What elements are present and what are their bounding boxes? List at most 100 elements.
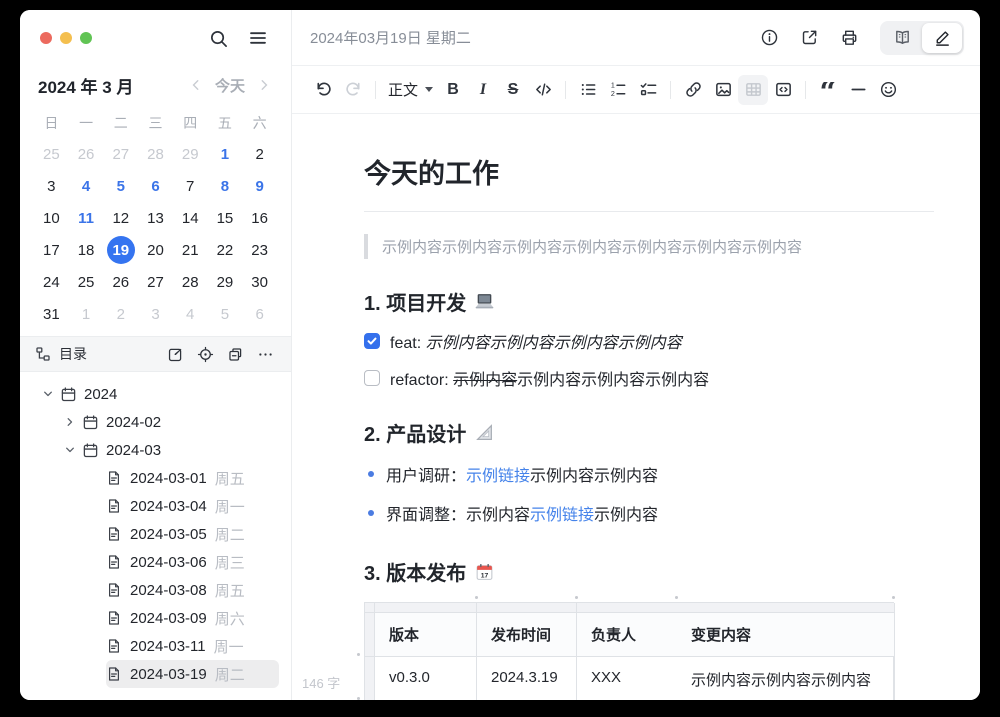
calendar-day[interactable]: 19: [103, 234, 138, 266]
calendar-day[interactable]: 21: [173, 234, 208, 266]
toc-tree-item[interactable]: 2024-03-09 周六: [106, 604, 279, 632]
toc-tree-item[interactable]: 2024-03-11 周一: [106, 632, 279, 660]
zoom-window-button[interactable]: [80, 32, 92, 44]
calendar-day[interactable]: 11: [69, 202, 104, 234]
calendar-day[interactable]: 2: [103, 298, 138, 330]
column-handle[interactable]: [477, 603, 577, 613]
expander-chevron-icon[interactable]: [40, 386, 56, 402]
row-handle-dot[interactable]: [357, 653, 360, 656]
toc-tree-item[interactable]: 2024-02: [62, 408, 279, 436]
minimize-window-button[interactable]: [60, 32, 72, 44]
today-button[interactable]: 今天: [215, 75, 245, 96]
bullet-list-button[interactable]: [573, 75, 603, 105]
column-handle-dot[interactable]: [675, 596, 678, 599]
calendar-day[interactable]: 28: [173, 266, 208, 298]
close-window-button[interactable]: [40, 32, 52, 44]
calendar-day[interactable]: 3: [34, 170, 69, 202]
search-icon[interactable]: [205, 25, 231, 51]
calendar-day[interactable]: 1: [69, 298, 104, 330]
expander-chevron-icon[interactable]: [62, 414, 78, 430]
table-cell[interactable]: XXX: [577, 657, 677, 700]
code-block-button[interactable]: [768, 75, 798, 105]
paragraph-style-select[interactable]: 正文: [383, 75, 438, 105]
table-cell[interactable]: v0.3.0: [375, 657, 477, 700]
toc-tree-item[interactable]: 2024-03-04 周一: [106, 492, 279, 520]
new-note-icon[interactable]: [163, 342, 187, 366]
edit-mode-button[interactable]: [922, 22, 962, 53]
calendar-day[interactable]: 29: [173, 138, 208, 170]
column-handle[interactable]: [577, 603, 677, 613]
italic-button[interactable]: I: [468, 75, 498, 105]
calendar-day[interactable]: 27: [103, 138, 138, 170]
checklist-button[interactable]: [633, 75, 663, 105]
table-corner-handle[interactable]: [365, 603, 375, 613]
toc-tree-item[interactable]: 2024: [40, 380, 279, 408]
collapse-all-icon[interactable]: [223, 342, 247, 366]
toc-tree-item[interactable]: 2024-03-06 周三: [106, 548, 279, 576]
toc-tree-item[interactable]: 2024-03-19 周二: [106, 660, 279, 688]
column-handle-dot[interactable]: [575, 596, 578, 599]
calendar-day[interactable]: 10: [34, 202, 69, 234]
calendar-day[interactable]: 24: [34, 266, 69, 298]
calendar-day[interactable]: 8: [208, 170, 243, 202]
calendar-day[interactable]: 23: [242, 234, 277, 266]
next-month-icon[interactable]: [255, 76, 273, 94]
insert-table-button[interactable]: [738, 74, 769, 105]
strikethrough-button[interactable]: S: [498, 75, 528, 105]
calendar-day[interactable]: 5: [208, 298, 243, 330]
expander-chevron-icon[interactable]: [62, 442, 78, 458]
calendar-day[interactable]: 9: [242, 170, 277, 202]
calendar-day[interactable]: 26: [69, 138, 104, 170]
calendar-day[interactable]: 2: [242, 138, 277, 170]
share-export-icon[interactable]: [794, 23, 824, 53]
emoji-button[interactable]: [873, 75, 903, 105]
locate-current-icon[interactable]: [193, 342, 217, 366]
toc-tree-item[interactable]: 2024-03-01 周五: [106, 464, 279, 492]
calendar-day[interactable]: 6: [242, 298, 277, 330]
undo-button[interactable]: [308, 75, 338, 105]
calendar-day[interactable]: 7: [173, 170, 208, 202]
checkbox-checked[interactable]: [364, 333, 380, 349]
table-header-cell[interactable]: 发布时间: [477, 613, 577, 657]
calendar-day[interactable]: 15: [208, 202, 243, 234]
row-handle[interactable]: [365, 657, 375, 700]
calendar-day[interactable]: 5: [103, 170, 138, 202]
calendar-day[interactable]: 30: [242, 266, 277, 298]
menu-icon[interactable]: [245, 25, 271, 51]
print-icon[interactable]: [834, 23, 864, 53]
calendar-day[interactable]: 13: [138, 202, 173, 234]
note-editor[interactable]: 今天的工作 示例内容示例内容示例内容示例内容示例内容示例内容示例内容 1. 项目…: [292, 114, 980, 700]
checkbox-unchecked[interactable]: [364, 370, 380, 386]
calendar-day[interactable]: 6: [138, 170, 173, 202]
column-handle[interactable]: [677, 603, 895, 613]
calendar-day[interactable]: 26: [103, 266, 138, 298]
column-handle-dot[interactable]: [892, 596, 895, 599]
calendar-day[interactable]: 12: [103, 202, 138, 234]
calendar-day[interactable]: 22: [208, 234, 243, 266]
calendar-day[interactable]: 3: [138, 298, 173, 330]
redo-button[interactable]: [338, 75, 368, 105]
numbered-list-button[interactable]: 12: [603, 75, 633, 105]
bold-button[interactable]: B: [438, 75, 468, 105]
toc-tree-item[interactable]: 2024-03: [62, 436, 279, 464]
calendar-day[interactable]: 29: [208, 266, 243, 298]
more-options-icon[interactable]: [253, 342, 277, 366]
row-handle-dot[interactable]: [357, 697, 360, 700]
calendar-day[interactable]: 20: [138, 234, 173, 266]
prev-month-icon[interactable]: [187, 76, 205, 94]
calendar-day[interactable]: 1: [208, 138, 243, 170]
toc-tree-item[interactable]: 2024-03-08 周五: [106, 576, 279, 604]
info-icon[interactable]: [754, 23, 784, 53]
toc-tree-item[interactable]: 2024-03-05 周二: [106, 520, 279, 548]
sample-link[interactable]: 示例链接: [530, 507, 594, 524]
insert-image-button[interactable]: [708, 75, 738, 105]
calendar-day[interactable]: 4: [69, 170, 104, 202]
quote-button[interactable]: “: [813, 82, 843, 98]
calendar-day[interactable]: 4: [173, 298, 208, 330]
link-button[interactable]: [678, 75, 708, 105]
table-header-cell[interactable]: 版本: [375, 613, 477, 657]
horizontal-rule-button[interactable]: [843, 75, 873, 105]
calendar-day[interactable]: 31: [34, 298, 69, 330]
table-cell[interactable]: 2024.3.19: [477, 657, 577, 700]
table-header-cell[interactable]: 负责人: [577, 613, 677, 657]
